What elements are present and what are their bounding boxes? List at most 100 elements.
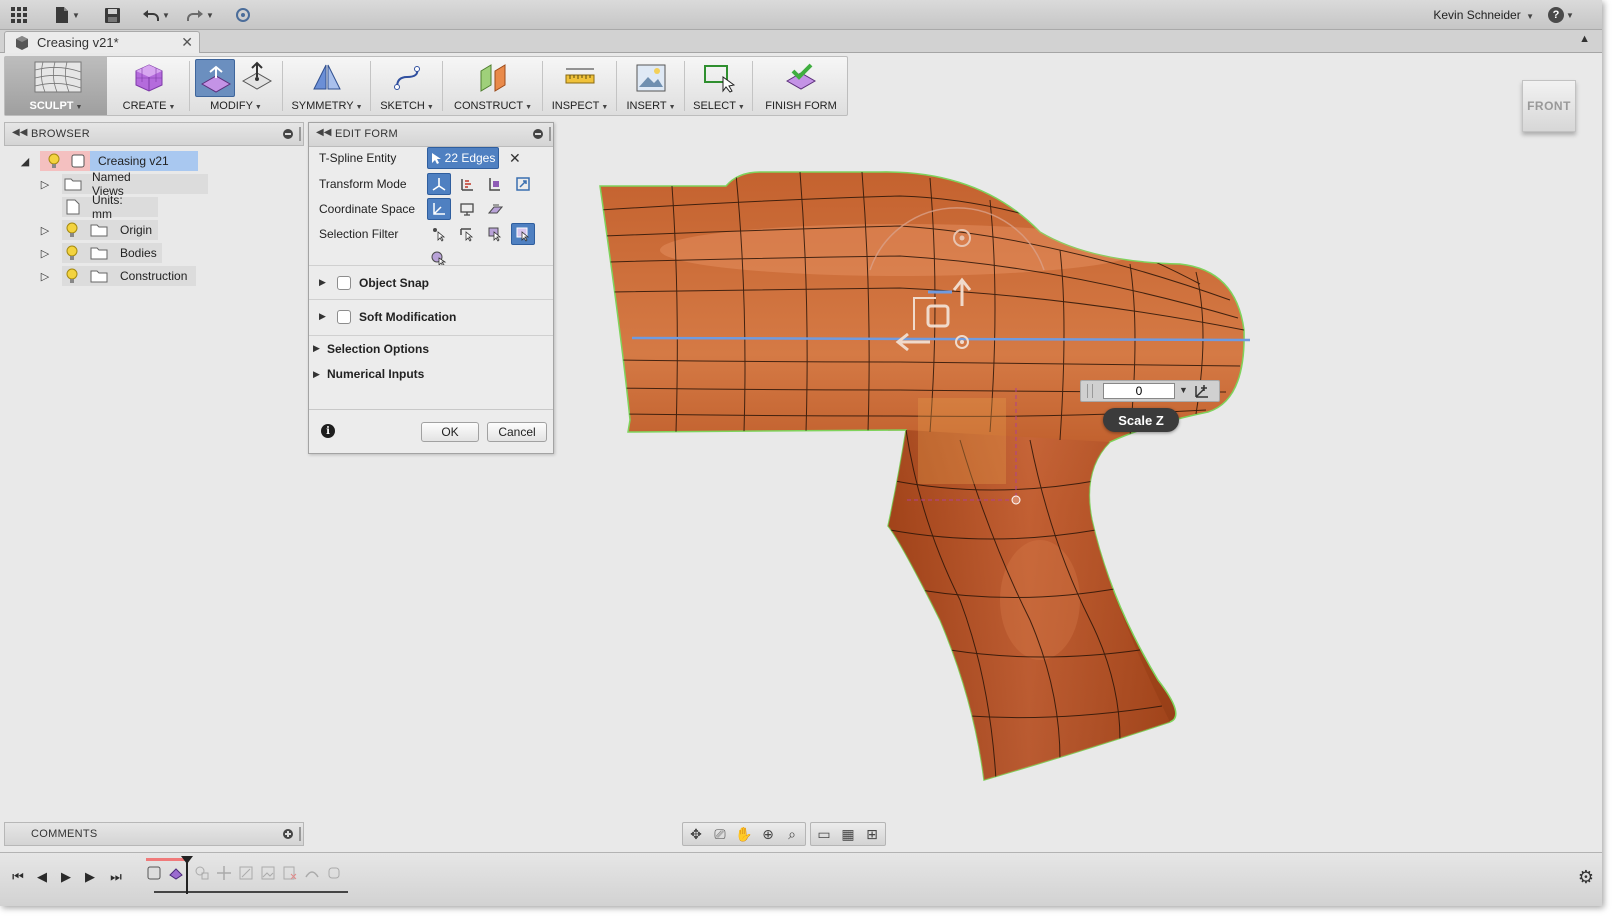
hair-dryer-tspline-body[interactable]: [599, 171, 1251, 781]
expand-triangle-icon[interactable]: ▶: [313, 369, 327, 380]
edit-form-grip-icon[interactable]: [549, 127, 551, 141]
expand-triangle-icon[interactable]: ▷: [38, 223, 52, 237]
browser-panel-header[interactable]: ◀◀ BROWSER: [4, 122, 304, 146]
go-to-end-icon[interactable]: ⏭: [106, 867, 126, 887]
orbit-icon[interactable]: ✥: [687, 825, 705, 843]
visibility-bulb-icon[interactable]: [66, 222, 78, 238]
pan-hand-icon[interactable]: ✋: [735, 825, 753, 843]
world-space-button[interactable]: [427, 198, 451, 220]
vertex-filter-button[interactable]: [427, 223, 451, 245]
visibility-bulb-icon[interactable]: [66, 268, 78, 284]
face-filter-button[interactable]: [483, 223, 507, 245]
timeline-feature-bend-icon[interactable]: [302, 863, 322, 883]
expand-triangle-icon[interactable]: ▶: [313, 343, 327, 354]
grid-settings-icon[interactable]: ▦: [839, 825, 857, 843]
timeline-marker[interactable]: [181, 856, 193, 894]
navigation-tools-group: ✥ ⎚ ✋ ⊕ ⌕: [682, 822, 806, 846]
comments-panel-header[interactable]: COMMENTS: [4, 822, 304, 846]
root-expander-icon[interactable]: ◢: [18, 154, 32, 168]
browser-minimize-icon[interactable]: [283, 129, 293, 139]
timeline-feature-image-icon[interactable]: [258, 863, 278, 883]
axis-toggle-icon[interactable]: [1193, 383, 1211, 399]
zoom-window-icon[interactable]: ⊕: [759, 825, 777, 843]
edit-form-dialog: ◀◀ EDIT FORM T-Spline Entity 22 Edges ✕ …: [308, 122, 554, 454]
edit-form-footer: i OK Cancel: [309, 409, 553, 453]
local-space-icon: [487, 204, 503, 214]
step-forward-icon[interactable]: ▶: [80, 867, 100, 887]
document-settings-icon: [66, 199, 80, 215]
translation-icon: [461, 179, 473, 191]
expand-triangle-icon[interactable]: ▷: [38, 177, 52, 191]
comments-grip-icon[interactable]: [299, 827, 301, 841]
coordinate-space-label: Coordinate Space: [319, 202, 416, 216]
object-snap-checkbox[interactable]: [337, 275, 351, 290]
timeline-feature-form-icon[interactable]: [166, 863, 186, 883]
timeline-feature-pipe-icon[interactable]: [324, 863, 344, 883]
scale-icon: [516, 177, 530, 191]
edit-form-collapse-icon[interactable]: ◀◀: [316, 127, 331, 138]
viewports-icon[interactable]: ⊞: [863, 825, 881, 843]
tree-item-label: Origin: [120, 223, 153, 237]
clear-selection-icon[interactable]: ✕: [509, 150, 521, 167]
numerical-inputs-section[interactable]: ▶ Numerical Inputs: [309, 361, 553, 387]
folder-icon: [90, 224, 108, 237]
timeline-feature-delete-icon[interactable]: [280, 863, 300, 883]
vertex-filter-icon: [433, 228, 446, 242]
comments-title: COMMENTS: [31, 828, 98, 840]
rotation-icon: [489, 178, 500, 191]
go-to-start-icon[interactable]: ⏮: [8, 867, 28, 887]
value-dropdown-caret-icon[interactable]: ▼: [1179, 385, 1188, 395]
multi-transform-button[interactable]: [427, 173, 451, 195]
value-box-grip[interactable]: [1087, 384, 1093, 398]
view-space-icon: [460, 203, 474, 216]
display-settings-icon[interactable]: ▭: [815, 825, 833, 843]
timeline-settings-gear-icon[interactable]: ⚙: [1576, 867, 1596, 887]
timeline-feature-edit-icon[interactable]: [236, 863, 256, 883]
fit-zoom-icon[interactable]: ⌕: [783, 825, 801, 843]
visibility-bulb-icon[interactable]: [66, 245, 78, 261]
object-snap-section[interactable]: ▶ Object Snap: [309, 265, 553, 299]
selection-options-section[interactable]: ▶ Selection Options: [309, 335, 553, 361]
root-visibility-bulb-icon[interactable]: [48, 153, 60, 169]
object-snap-label: Object Snap: [359, 275, 430, 290]
tspline-selection-count: 22 Edges: [444, 151, 496, 165]
timeline-track[interactable]: [154, 889, 348, 893]
expand-triangle-icon[interactable]: ▷: [38, 246, 52, 260]
timeline-feature-sketch-icon[interactable]: [192, 863, 212, 883]
scale-z-tooltip: Scale Z: [1103, 408, 1179, 432]
browser-root-label[interactable]: Creasing v21: [90, 151, 198, 171]
step-back-icon[interactable]: ◀: [32, 867, 52, 887]
rotation-mode-button[interactable]: [483, 173, 507, 195]
browser-collapse-icon[interactable]: ◀◀: [12, 127, 27, 138]
ok-button[interactable]: OK: [421, 422, 479, 442]
scale-mode-button[interactable]: [511, 173, 535, 195]
fusion-app-window: ▼ ▼ ▼ Kevin Schneider ▼ ? ▼ Creasing v21…: [0, 0, 1602, 906]
timeline-feature-box-icon[interactable]: [144, 863, 164, 883]
look-at-icon[interactable]: ⎚: [711, 825, 729, 843]
soft-modification-checkbox[interactable]: [337, 309, 351, 324]
expand-triangle-icon[interactable]: ▷: [38, 269, 52, 283]
info-icon[interactable]: i: [321, 424, 335, 438]
edit-form-minimize-icon[interactable]: [533, 129, 543, 139]
edit-form-header[interactable]: ◀◀ EDIT FORM: [309, 123, 553, 147]
browser-grip-icon[interactable]: [299, 127, 301, 141]
soft-modification-section[interactable]: ▶ Soft Modification: [309, 299, 553, 333]
local-space-button[interactable]: [483, 198, 507, 220]
add-comment-icon[interactable]: [283, 829, 293, 839]
tree-item-label: Bodies: [120, 246, 157, 260]
face-filter-icon: [488, 227, 502, 242]
guide-handle[interactable]: [1011, 495, 1021, 505]
expand-triangle-icon[interactable]: ▶: [319, 277, 329, 288]
play-icon[interactable]: ▶: [56, 867, 76, 887]
cancel-button[interactable]: Cancel: [487, 422, 547, 442]
edge-filter-button[interactable]: [455, 223, 479, 245]
timeline-feature-move-icon[interactable]: [214, 863, 234, 883]
expand-triangle-icon[interactable]: ▶: [319, 311, 329, 322]
tree-item-label: Named Views: [92, 170, 131, 198]
all-filter-button[interactable]: [511, 223, 535, 245]
component-icon: [71, 154, 85, 168]
view-space-button[interactable]: [455, 198, 479, 220]
tspline-selection-chip[interactable]: 22 Edges: [427, 147, 499, 169]
scale-z-input[interactable]: [1103, 383, 1175, 399]
translation-mode-button[interactable]: [455, 173, 479, 195]
